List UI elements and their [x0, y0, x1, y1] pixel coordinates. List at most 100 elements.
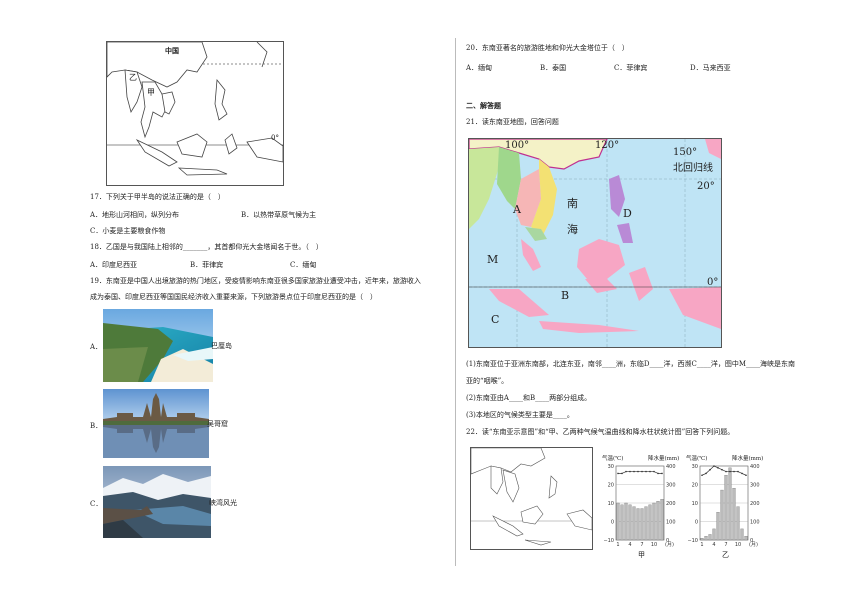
chart-yi-right-tick: 100 — [750, 520, 760, 526]
map-label-a: A — [513, 203, 521, 216]
q21-line-4: (3)本地区的气候类型主要是____。 — [466, 411, 574, 419]
chart-yi-right-tick: 400 — [750, 464, 760, 470]
q21-line-2: 亚的“咽喉”。 — [466, 377, 509, 385]
chart-yi-right-tick: 300 — [750, 483, 760, 489]
climate-chart-yi: 30 400 20 300 10 200 0 100 −10 0 1 4 7 10 (月) 气温(℃) 降水… — [682, 454, 766, 560]
chart-yi-precip-bar — [724, 475, 728, 541]
map-sea-label-1: 南 — [567, 197, 578, 210]
q18-option-a[interactable]: A．印度尼西亚 — [90, 260, 137, 270]
chart-jia-precip-bar — [656, 501, 660, 541]
chart-yi-precip-bar — [720, 489, 724, 541]
chart-jia-left-tick: 30 — [608, 464, 614, 470]
climate-chart-yi-svg: 30 40020 30010 2000 100−10 01 4 7 10 (月) — [687, 464, 760, 548]
map-label-zero: 0° — [271, 134, 279, 142]
chart-jia-right-tick: 400 — [666, 464, 676, 470]
chart-jia-temp-point — [621, 472, 623, 475]
chart-jia-precip-bar — [620, 504, 624, 541]
chart-yi-precip-bar — [736, 506, 740, 541]
chart-jia-temp-point — [637, 470, 639, 473]
q20-option-c[interactable]: C．菲律宾 — [614, 63, 647, 73]
chart-jia-ylabel-left: 气温(℃) — [602, 456, 624, 462]
q19-option-c-caption: 峡湾风光 — [209, 499, 237, 507]
chart-yi-temp-point — [709, 468, 711, 471]
map-lat-0: 0° — [707, 277, 719, 288]
chart-jia-precip-bar — [616, 502, 620, 541]
chart-jia-x-tick: 1 — [616, 542, 619, 548]
climate-chart-jia-svg: 30 40020 30010 2000 100−10 01 4 7 10 (月) — [603, 464, 676, 548]
chart-jia-temp-point — [645, 470, 647, 473]
chart-jia-precip-bar — [632, 506, 636, 541]
chart-yi-temp-point — [725, 470, 727, 473]
chart-yi-x-tick: 7 — [724, 542, 727, 548]
chart-jia-left-tick: −10 — [603, 538, 614, 544]
chart-jia-left-tick: 0 — [611, 520, 614, 526]
bali-photo[interactable] — [103, 309, 213, 382]
map-label-jia: 甲 — [147, 88, 155, 97]
q18-option-c[interactable]: C．缅甸 — [290, 260, 316, 270]
q21-stem: 21．读东南亚地图，回答问题 — [466, 118, 559, 126]
q17-option-a[interactable]: A．地形山河相间，纵列分布 — [90, 210, 179, 220]
q19-stem-line1: 19．东南亚是中国人出境旅游的热门地区，受疫情影响东南亚很多国家旅游业遭受冲击，… — [90, 277, 421, 285]
chart-jia-right-tick: 100 — [666, 520, 676, 526]
chart-jia-precip-bar — [644, 506, 648, 541]
chart-yi-precip-bar — [732, 488, 736, 541]
section-heading: 二、解答题 — [466, 101, 501, 110]
chart-yi-precip-bar — [712, 528, 716, 541]
chart-jia-x-unit: (月) — [665, 542, 674, 548]
chart-jia-precip-bar — [640, 508, 644, 541]
map-label-m: M — [487, 253, 499, 266]
chart-jia-temp-point — [633, 470, 635, 473]
map-tropic-label: 北回归线 — [673, 163, 713, 174]
map-label-yi: 乙 — [129, 73, 137, 82]
chart-yi-ylabel-left: 气温(℃) — [686, 456, 708, 462]
q17-option-b[interactable]: B．以热带草原气候为主 — [241, 210, 316, 220]
chart-jia-temp-point — [649, 470, 651, 473]
chart-jia-precip-bar — [660, 499, 664, 541]
fjord-photo[interactable] — [103, 466, 211, 538]
q21-line-3: (2)东南亚由A____和B____两部分组成。 — [466, 394, 592, 402]
chart-yi-temp-point — [729, 470, 731, 473]
chart-yi-precip-bar — [744, 536, 748, 541]
chart-yi-ylabel-right: 降水量(mm) — [732, 456, 764, 462]
chart-jia-precip-bar — [636, 508, 640, 541]
chart-jia-temp-point — [641, 470, 643, 473]
map-lon-100: 100° — [505, 140, 530, 151]
chart-yi-left-tick: 10 — [692, 501, 698, 507]
q21-line-1: (1)东南亚位于亚洲东南部，北连东亚，南邻____洲，东临D____洋，西濒C_… — [466, 360, 796, 368]
chart-jia-temp-point — [617, 472, 619, 475]
chart-yi-left-tick: 0 — [695, 520, 698, 526]
chart-jia-left-tick: 20 — [608, 483, 614, 489]
q19-stem-line2: 成为泰国、印度尼西亚等国国民经济收入重要来源，下列旅游景点位于印度尼西亚的是（ … — [90, 293, 377, 301]
chart-yi-temp-point — [701, 474, 703, 477]
chart-yi-temp-line — [701, 465, 747, 476]
q19-option-a-caption: 巴厘岛 — [211, 342, 232, 350]
chart-yi-title: 乙 — [722, 551, 729, 559]
q17-option-c[interactable]: C．小麦是主要粮食作物 — [90, 226, 165, 236]
map-sea-label-2: 海 — [567, 223, 578, 236]
q18-option-b[interactable]: B．菲律宾 — [190, 260, 223, 270]
map-lat-20: 20° — [697, 181, 715, 192]
q20-option-b[interactable]: B．泰国 — [540, 63, 566, 73]
chart-yi-x-tick: 10 — [735, 542, 741, 548]
chart-jia-temp-line — [618, 471, 662, 474]
chart-jia-right-tick: 300 — [666, 483, 676, 489]
q20-option-d[interactable]: D．马来西亚 — [690, 63, 731, 73]
q18-stem: 18．乙国是与我国陆上相邻的_______，其首都仰光大金塔闻名于世。（ ） — [90, 243, 323, 251]
chart-yi-temp-point — [713, 465, 715, 467]
chart-yi-temp-point — [741, 472, 743, 475]
chart-yi-left-tick: 30 — [692, 464, 698, 470]
angkor-wat-photo[interactable] — [103, 389, 209, 458]
q19-option-c-letter[interactable]: C． — [90, 499, 102, 509]
q20-option-a[interactable]: A．缅甸 — [466, 63, 492, 73]
chart-yi-temp-point — [745, 474, 747, 477]
chart-jia-temp-point — [657, 472, 659, 475]
q19-option-a-letter[interactable]: A． — [90, 342, 102, 352]
chart-jia-x-tick: 7 — [640, 542, 643, 548]
q19-option-b-letter[interactable]: B． — [90, 421, 102, 431]
chart-yi-precip-bar — [716, 512, 720, 541]
chart-yi-precip-bar — [740, 528, 744, 541]
map-lon-120: 120° — [595, 140, 620, 151]
q19-option-b-caption: 吴哥窟 — [207, 420, 228, 428]
chart-yi-precip-bar — [700, 538, 704, 541]
chart-jia-x-tick: 10 — [651, 542, 657, 548]
